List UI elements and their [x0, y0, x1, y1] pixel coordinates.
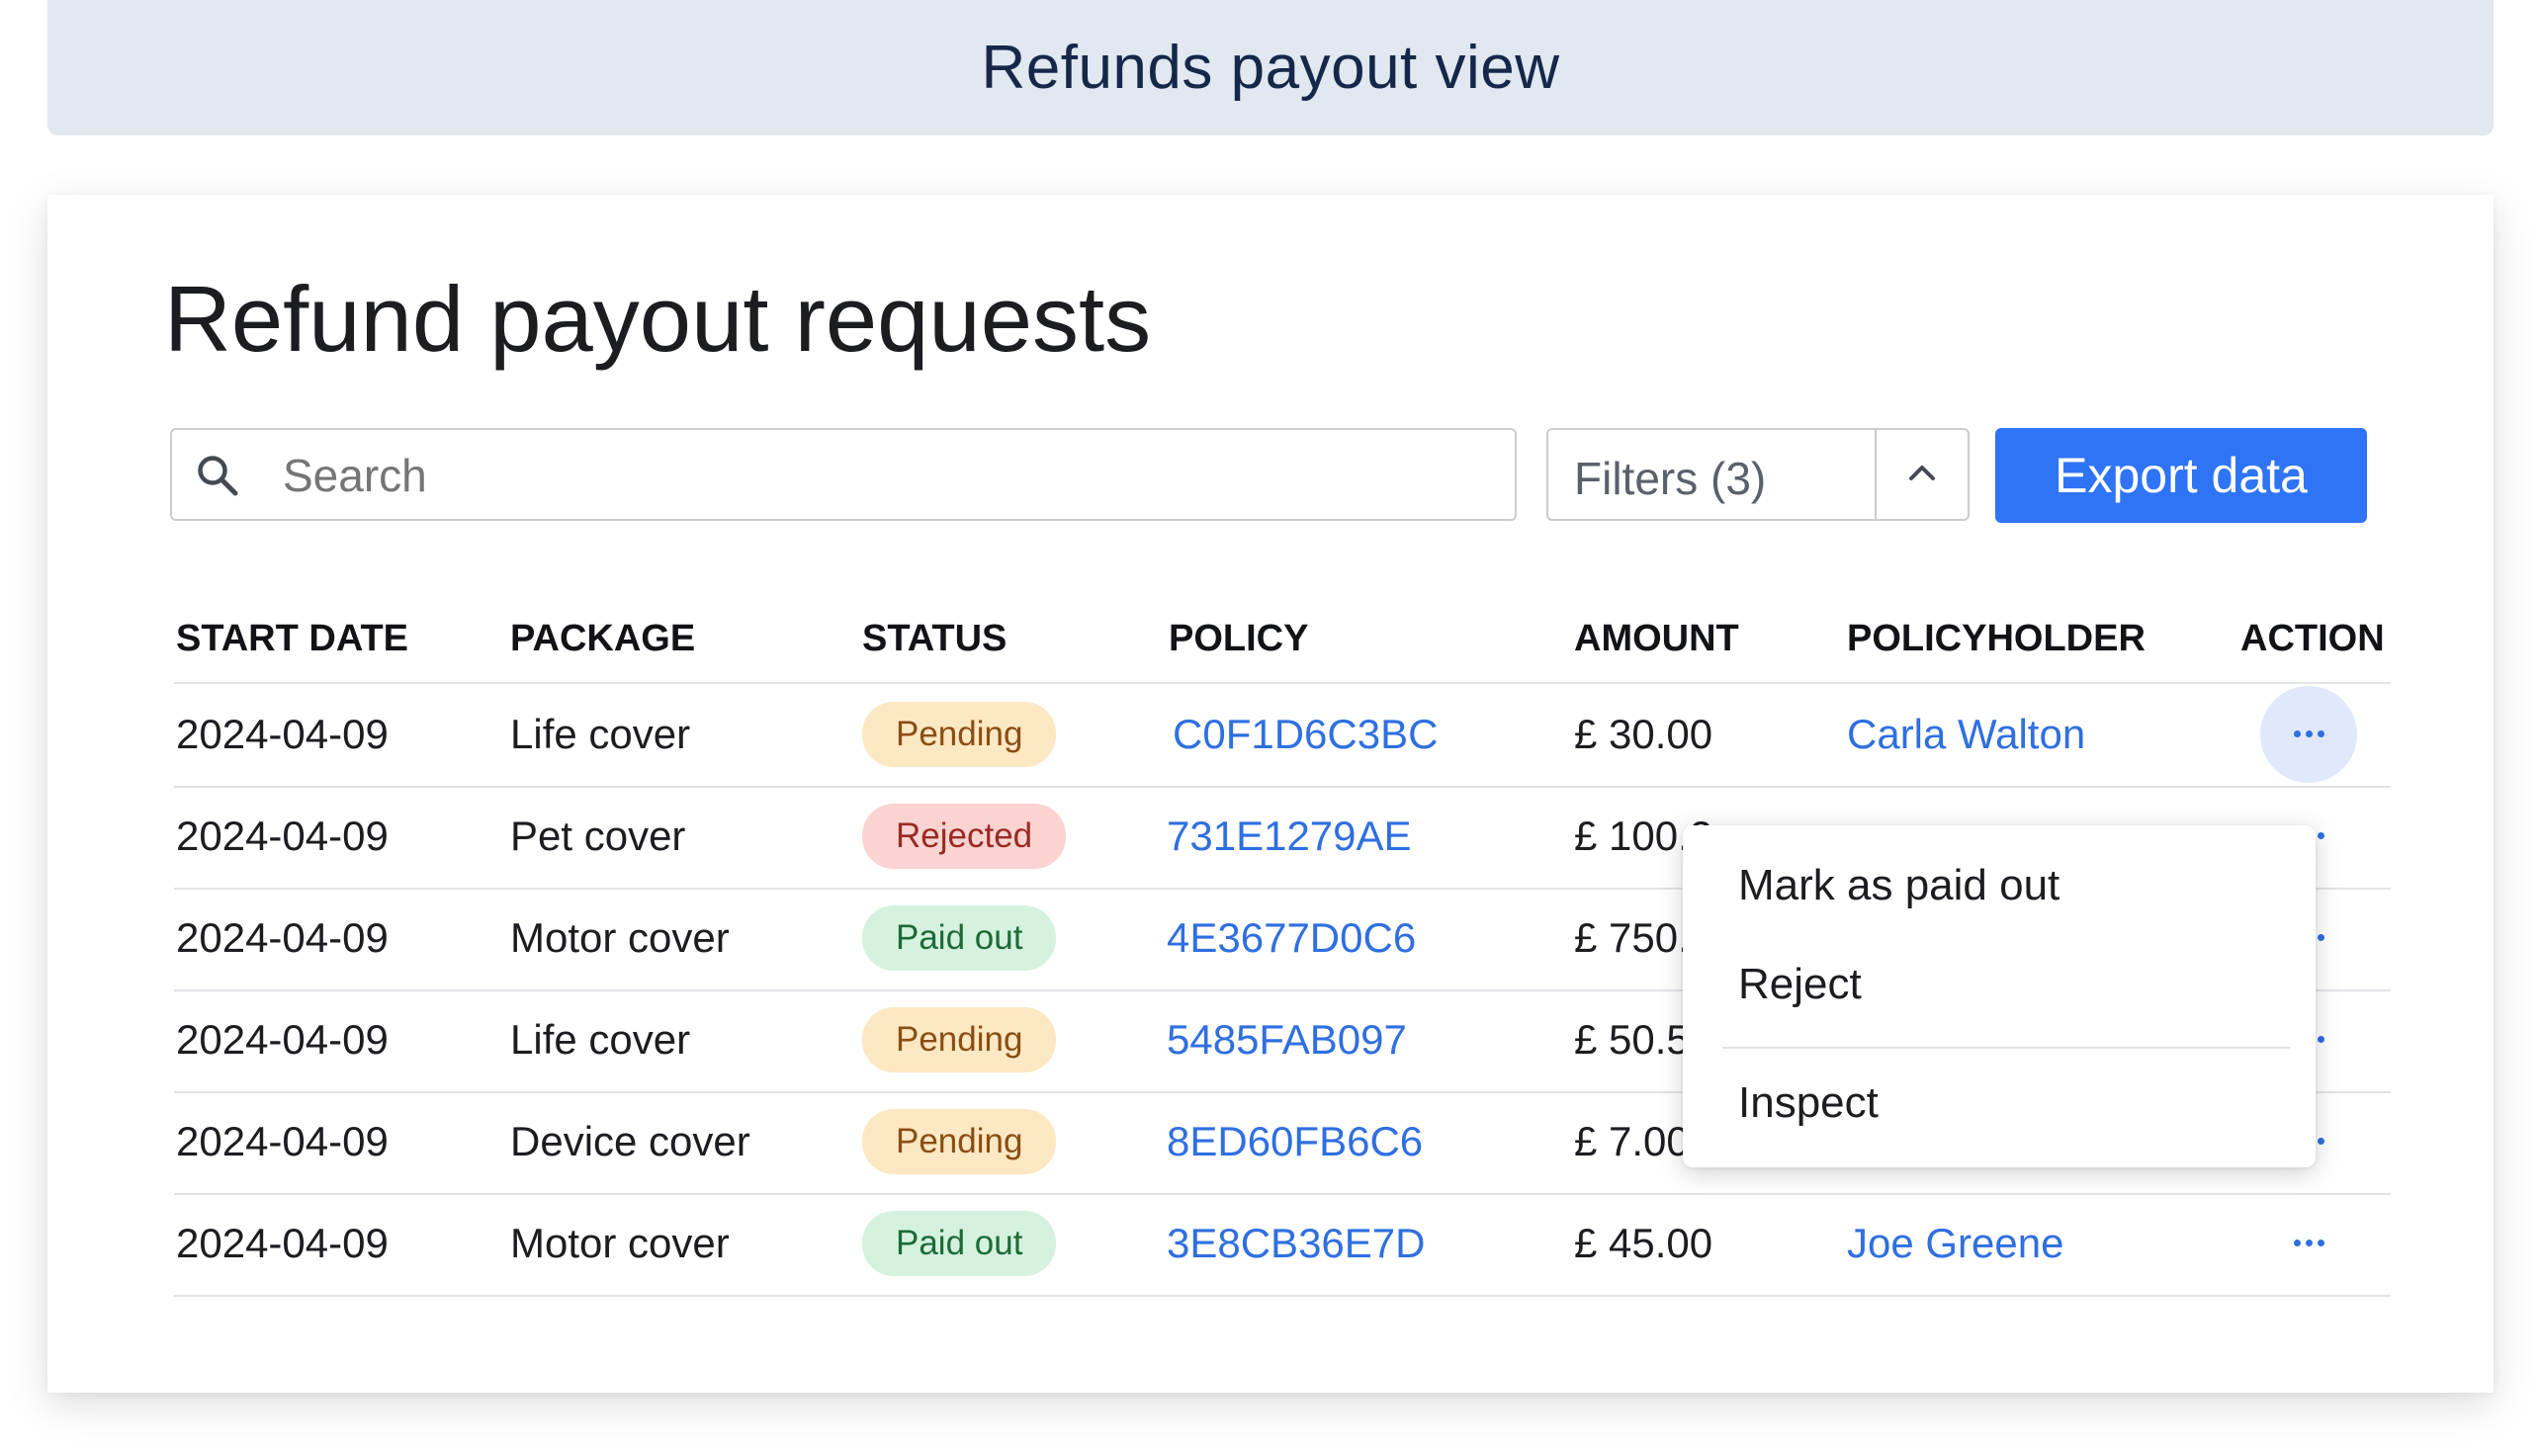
policyholder-link[interactable]: Carla Walton: [1847, 684, 2085, 784]
row-actions-button[interactable]: [2260, 1195, 2357, 1292]
refunds-card: Refund payout requests Filters (3) Expor…: [47, 195, 2494, 1393]
header-policyholder: POLICYHOLDER: [1847, 618, 2146, 659]
header-status: STATUS: [862, 618, 1008, 659]
filters-label: Filters (3): [1574, 453, 1767, 504]
policyholder-link[interactable]: Joe Greene: [1847, 1193, 2063, 1293]
banner-title: Refunds payout view: [981, 34, 1560, 102]
status-badge: Pending: [862, 1108, 1057, 1174]
more-horizontal-icon: [2293, 1240, 2324, 1246]
cell-start-date: 2024-04-09: [176, 1117, 389, 1164]
policy-link[interactable]: 731E1279AE: [1167, 786, 1412, 886]
cell-package: Life cover: [510, 1015, 691, 1063]
table-row: 2024-04-09 Motor cover Paid out 3E8CB36E…: [174, 1193, 2391, 1297]
row-actions-button[interactable]: [2260, 685, 2357, 783]
cell-start-date: 2024-04-09: [176, 812, 389, 859]
status-badge: Pending: [862, 701, 1057, 767]
header-package: PACKAGE: [510, 618, 696, 659]
status-badge: Paid out: [862, 1210, 1057, 1276]
header-start-date: START DATE: [176, 618, 409, 659]
menu-item-reject[interactable]: Reject: [1738, 960, 1862, 1009]
cell-package: Device cover: [510, 1117, 750, 1164]
cell-package: Pet cover: [510, 812, 686, 859]
filters-toggle-button[interactable]: [1875, 430, 1968, 519]
filters-dropdown[interactable]: Filters (3): [1546, 428, 1970, 521]
header-amount: AMOUNT: [1574, 618, 1739, 659]
header-action: ACTION: [2240, 618, 2385, 659]
cell-package: Life cover: [510, 710, 691, 757]
cell-package: Motor cover: [510, 1219, 730, 1266]
policy-link[interactable]: 4E3677D0C6: [1167, 888, 1416, 987]
search-box[interactable]: [170, 428, 1517, 521]
search-icon: [194, 452, 241, 499]
cell-start-date: 2024-04-09: [176, 710, 389, 757]
menu-item-inspect[interactable]: Inspect: [1738, 1078, 1879, 1128]
chevron-up-icon: [1908, 464, 1936, 486]
table-row: 2024-04-09 Life cover Pending C0F1D6C3BC…: [174, 684, 2391, 788]
policy-link[interactable]: 3E8CB36E7D: [1167, 1193, 1426, 1293]
menu-item-mark-paid-out[interactable]: Mark as paid out: [1738, 861, 2059, 910]
cell-amount: £ 45.00: [1574, 1219, 1713, 1266]
policy-link[interactable]: 8ED60FB6C6: [1167, 1091, 1423, 1191]
more-horizontal-icon: [2293, 730, 2324, 737]
cell-start-date: 2024-04-09: [176, 913, 389, 961]
status-badge: Paid out: [862, 904, 1057, 971]
cell-start-date: 2024-04-09: [176, 1015, 389, 1063]
row-actions-menu: Mark as paid out Reject Inspect: [1683, 825, 2316, 1167]
cell-start-date: 2024-04-09: [176, 1219, 389, 1266]
cell-amount: £ 7.00: [1574, 1117, 1690, 1164]
export-data-button[interactable]: Export data: [1995, 428, 2367, 523]
page-title: Refund payout requests: [164, 267, 1152, 371]
cell-package: Motor cover: [510, 913, 730, 961]
status-badge: Rejected: [862, 803, 1067, 869]
menu-divider: [1722, 1047, 2290, 1049]
policy-link[interactable]: C0F1D6C3BC: [1173, 684, 1438, 784]
page-banner: Refunds payout view: [47, 0, 2494, 135]
header-policy: POLICY: [1169, 618, 1309, 659]
policy-link[interactable]: 5485FAB097: [1167, 989, 1407, 1089]
search-input[interactable]: [283, 448, 1469, 503]
status-badge: Pending: [862, 1006, 1057, 1072]
cell-amount: £ 30.00: [1574, 710, 1713, 757]
